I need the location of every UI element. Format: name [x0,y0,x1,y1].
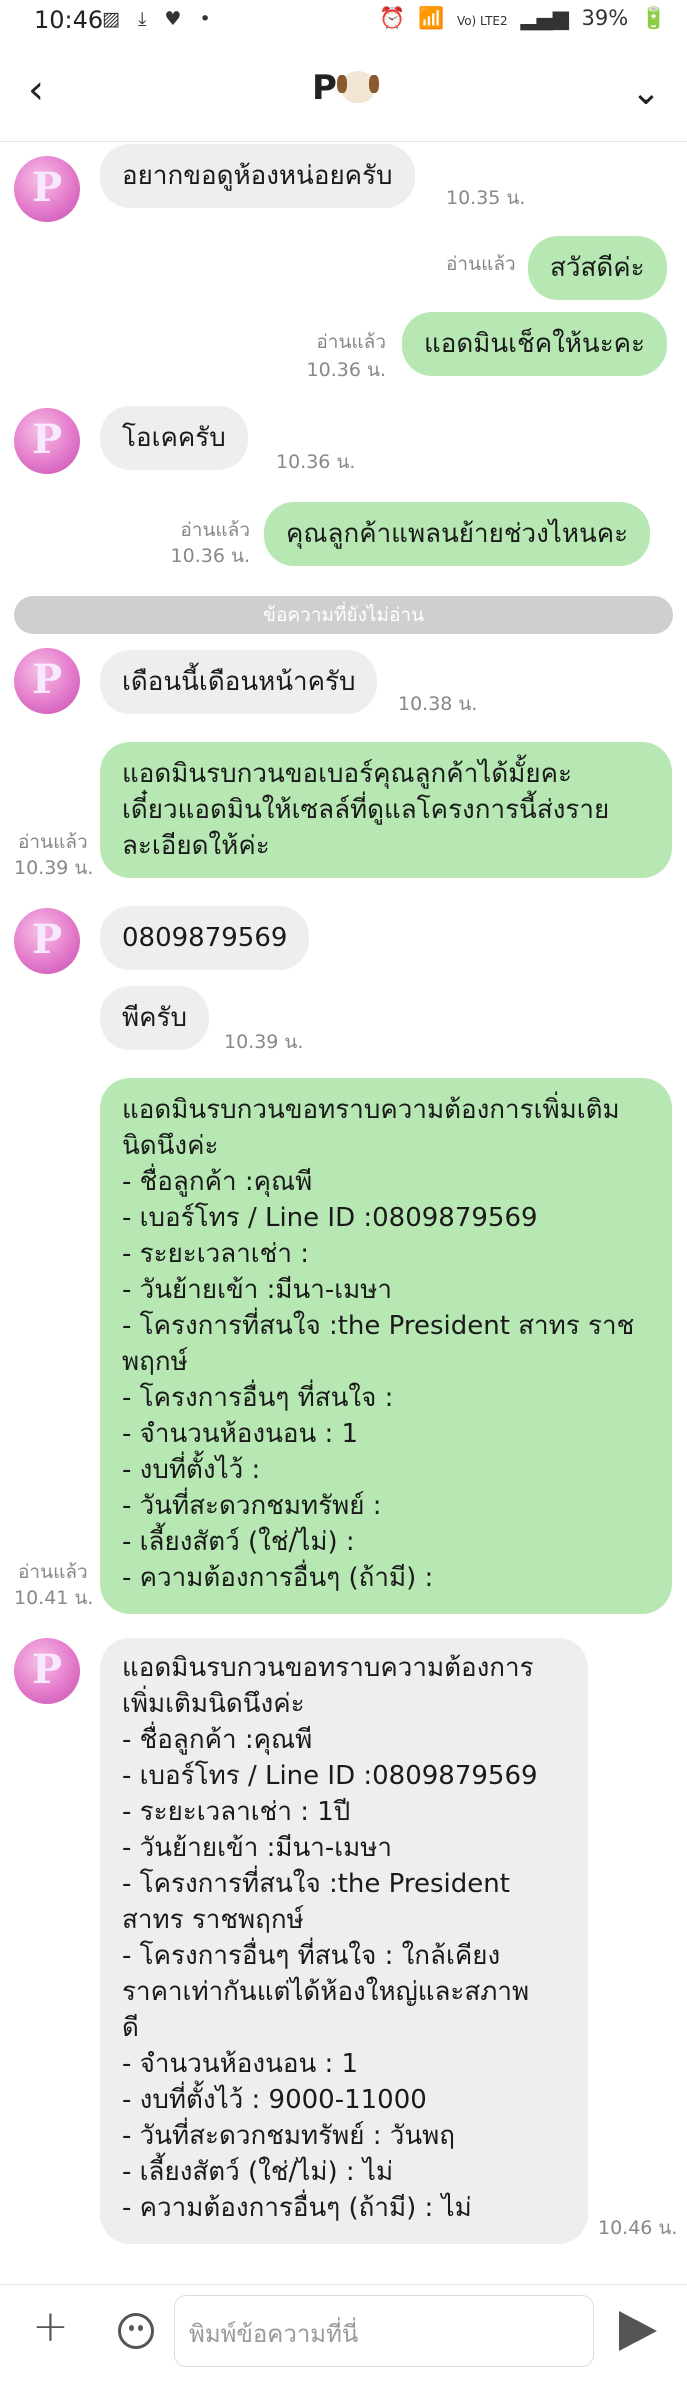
avatar[interactable]: P [14,156,80,222]
unread-divider: ข้อความที่ยังไม่อ่าน [14,596,673,634]
message-time: 10.36 น. [306,359,386,381]
message-time: 10.35 น. [446,187,526,209]
status-bar: 10:46 ▨ ⤓ ♥ • ⏰ 📶 Vo) LTE2 ▂▄▆ 39% 🔋 [0,0,687,44]
read-receipt: อ่านแล้ว [18,1561,88,1583]
smiley-icon[interactable] [118,2313,154,2349]
message-incoming[interactable]: แอดมินรบกวนขอทราบความต้องการ เพิ่มเติมนิ… [100,1638,588,2244]
dog-emoji-icon [336,71,379,103]
message-incoming[interactable]: อยากขอดูห้องหน่อยครับ [100,144,415,208]
message-outgoing[interactable]: สวัสดีค่ะ [528,236,667,300]
chevron-down-icon[interactable]: ⌄ [631,72,661,113]
message-time: 10.39 น. [14,857,94,879]
message-outgoing[interactable]: แอดมินเช็คให้นะคะ [402,312,668,376]
message-time: 10.46 น. [598,2217,678,2239]
message-time: 10.39 น. [224,1031,304,1053]
message-incoming[interactable]: โอเคครับ [100,406,248,470]
message-outgoing[interactable]: แอดมินรบกวนขอเบอร์คุณลูกค้าได้มั้ยคะ เดี… [100,742,672,878]
message-incoming[interactable]: 0809879569 [100,906,310,970]
message-incoming[interactable]: พีครับ [100,986,209,1050]
message-outgoing[interactable]: แอดมินรบกวนขอทราบความต้องการเพิ่มเติม นิ… [100,1078,672,1614]
message-incoming[interactable]: เดือนนี้เดือนหน้าครับ [100,650,378,714]
system-icons: ⏰ 📶 Vo) LTE2 ▂▄▆ 39% 🔋 [373,6,667,31]
signal-icon: ▂▄▆ [520,6,569,30]
avatar[interactable]: P [14,648,80,714]
message-time: 10.38 น. [398,693,478,715]
volte-label: Vo) LTE2 [456,14,508,28]
read-receipt: อ่านแล้ว [18,831,88,853]
message-time: 10.36 น. [276,451,356,473]
message-time: 10.41 น. [14,1587,94,1609]
avatar[interactable]: P [14,908,80,974]
avatar[interactable]: P [14,1638,80,1704]
battery-icon: 🔋 [640,6,667,30]
send-icon[interactable] [619,2311,657,2351]
read-receipt: อ่านแล้ว [446,253,516,275]
chat-title-text: P [312,68,337,108]
chat-title[interactable]: P [0,68,687,108]
plus-icon[interactable]: + [32,2305,69,2349]
status-time: 10:46 [34,6,104,34]
read-receipt: อ่านแล้ว [180,519,250,541]
chat-header: ‹ P ⌄ [0,44,687,142]
read-receipt: อ่านแล้ว [316,331,386,353]
alarm-icon: ⏰ [379,6,406,30]
wifi-icon: 📶 [418,6,445,30]
battery-percent: 39% [581,6,629,30]
message-input[interactable]: พิมพ์ข้อความที่นี่ [174,2295,594,2367]
avatar[interactable]: P [14,408,80,474]
message-composer: + พิมพ์ข้อความที่นี่ [0,2284,687,2381]
message-outgoing[interactable]: คุณลูกค้าแพลนย้ายช่วงไหนคะ [264,502,651,566]
message-time: 10.36 น. [170,545,250,567]
notification-icons: ▨ ⤓ ♥ • [102,8,217,30]
